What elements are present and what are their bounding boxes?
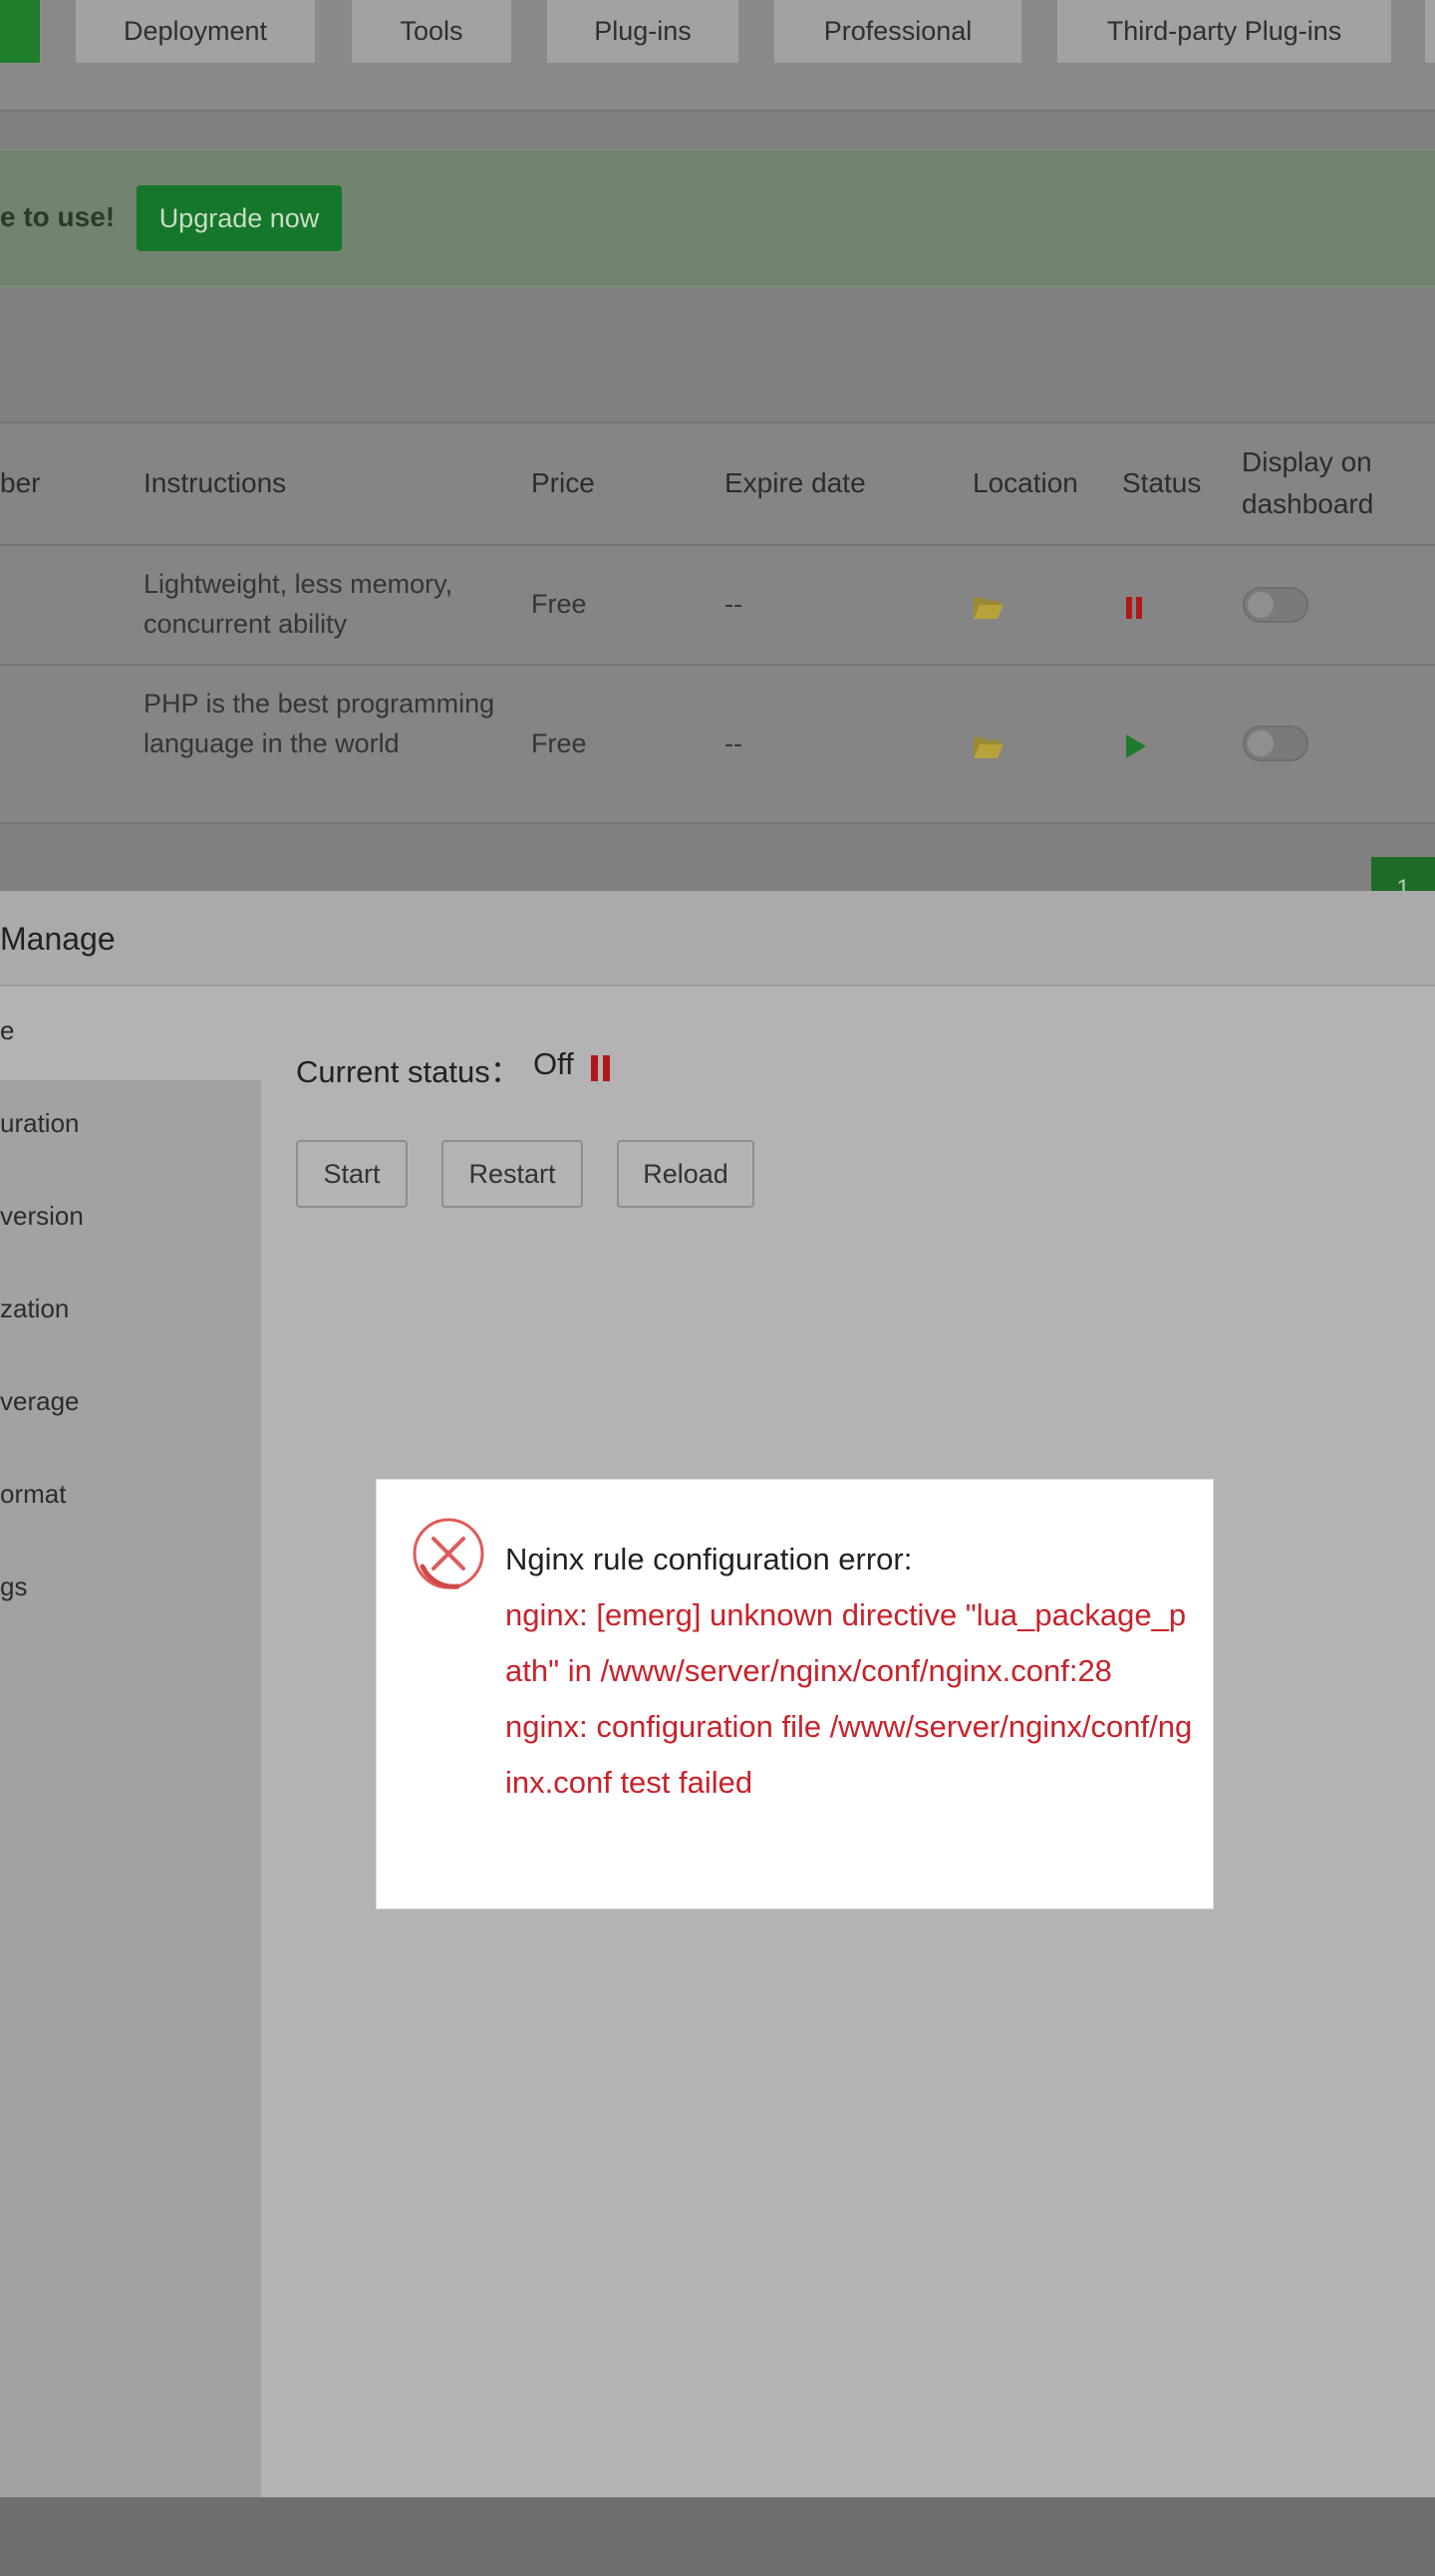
- col-header-display-on-dashboard: Display on dashboard: [1242, 446, 1374, 519]
- folder-open-icon[interactable]: [973, 733, 1004, 759]
- folder-open-icon[interactable]: [973, 594, 1004, 620]
- sidebar-item-load-average[interactable]: verage: [0, 1386, 80, 1417]
- tab-active[interactable]: [0, 0, 40, 63]
- col-header-number: ber: [0, 467, 41, 498]
- dashboard-toggle[interactable]: [1243, 725, 1308, 761]
- promo-text: e to use!: [0, 201, 116, 232]
- restart-button[interactable]: Restart: [441, 1140, 583, 1208]
- row-2-expire: --: [724, 728, 742, 758]
- play-icon[interactable]: [1125, 734, 1147, 758]
- pause-icon: [591, 1055, 610, 1081]
- dialog-heading: Nginx rule configuration error:: [505, 1542, 913, 1576]
- sidebar-item-configuration[interactable]: uration: [0, 1108, 80, 1139]
- col-header-location: Location: [973, 467, 1078, 498]
- tab-plugins[interactable]: Plug-ins: [547, 0, 738, 63]
- sidebar-item-logs[interactable]: gs: [0, 1572, 27, 1602]
- reload-button[interactable]: Reload: [617, 1140, 754, 1208]
- row-2-instructions: PHP is the best programming language in …: [144, 689, 495, 758]
- pause-icon[interactable]: [1125, 597, 1143, 619]
- row-divider: [0, 544, 1435, 546]
- tab-professional[interactable]: Professional: [774, 0, 1021, 63]
- col-header-price: Price: [531, 467, 595, 498]
- pagination-page[interactable]: 1: [1371, 857, 1435, 902]
- sidebar-item-service[interactable]: e: [0, 1015, 14, 1046]
- sidebar-item-optimization[interactable]: zation: [0, 1293, 69, 1324]
- manage-header: Manage: [0, 891, 1435, 987]
- row-1-instructions: Lightweight, less memory, concurrent abi…: [144, 569, 453, 639]
- dialog-message: Nginx rule configuration error: nginx: […: [505, 1532, 1193, 1811]
- error-dialog: Nginx rule configuration error: nginx: […: [376, 1479, 1214, 1909]
- row-2-price: Free: [531, 728, 587, 758]
- tab-partial[interactable]: [1425, 0, 1435, 63]
- start-button[interactable]: Start: [296, 1140, 408, 1208]
- sidebar-item-version[interactable]: version: [0, 1201, 84, 1232]
- current-status-label: Current status：: [296, 1054, 521, 1089]
- upgrade-now-button[interactable]: Upgrade now: [137, 185, 342, 251]
- col-header-expire-date: Expire date: [724, 467, 866, 498]
- tab-tools[interactable]: Tools: [352, 0, 511, 63]
- error-circle-x-icon: [413, 1518, 484, 1589]
- row-divider: [0, 822, 1435, 824]
- row-1-price: Free: [531, 589, 587, 619]
- sidebar-item-active-bg: [0, 989, 261, 1080]
- sidebar-item-log-format[interactable]: ormat: [0, 1479, 66, 1510]
- dialog-error-line: nginx: [emerg] unknown directive "lua_pa…: [505, 1597, 1187, 1688]
- col-header-status: Status: [1122, 467, 1202, 498]
- current-status-value: Off: [533, 1046, 574, 1081]
- row-divider: [0, 664, 1435, 666]
- dialog-error-line: nginx: configuration file /www/server/ng…: [505, 1709, 1193, 1800]
- tab-third-party-plugins[interactable]: Third-party Plug-ins: [1057, 0, 1391, 63]
- dashboard-toggle[interactable]: [1243, 587, 1308, 623]
- manage-title: Manage: [0, 921, 116, 957]
- bottom-bar: [0, 2497, 1435, 2576]
- tab-deployment[interactable]: Deployment: [76, 0, 315, 63]
- col-header-instructions: Instructions: [144, 467, 287, 498]
- manage-sidebar: e uration version zation verage ormat gs: [0, 989, 261, 2497]
- row-1-expire: --: [724, 589, 742, 619]
